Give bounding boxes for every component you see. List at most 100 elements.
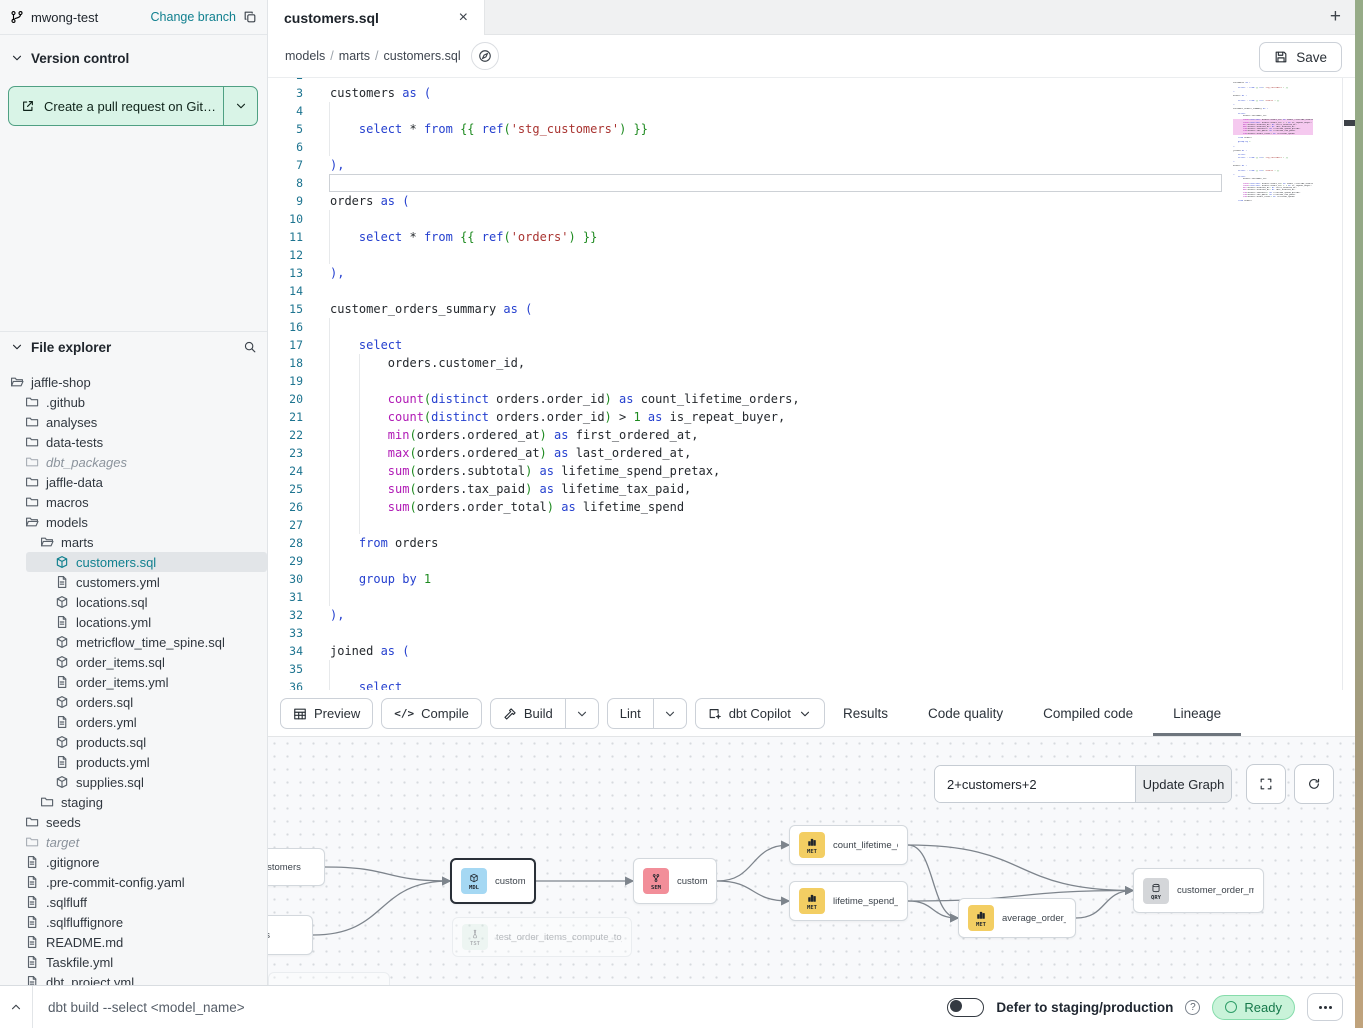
- code-line-36[interactable]: 36 select: [268, 678, 1355, 690]
- code-editor[interactable]: 23customers as (45 select * from {{ ref(…: [268, 78, 1355, 690]
- code-line-18[interactable]: 18 orders.customer_id,: [268, 354, 1355, 372]
- lineage-node-lifetime_spend_pretax[interactable]: METlifetime_spend_pretax: [789, 881, 908, 921]
- file-tree-item-jaffle-shop[interactable]: jaffle-shop: [0, 372, 267, 392]
- panel-tab-compiled-code[interactable]: Compiled code: [1023, 690, 1153, 736]
- search-icon[interactable]: [243, 340, 257, 354]
- file-tree-item-macros[interactable]: macros: [0, 492, 267, 512]
- tab-customers-sql[interactable]: customers.sql ×: [268, 0, 485, 35]
- file-tree-item-.sqlfluffignore[interactable]: .sqlfluffignore: [0, 912, 267, 932]
- code-line-17[interactable]: 17 select: [268, 336, 1355, 354]
- new-tab-button[interactable]: +: [1330, 6, 1341, 28]
- lineage-node-test_order_items[interactable]: TSTtest_order_items_compute_to_bools…: [452, 917, 632, 957]
- save-button[interactable]: Save: [1259, 42, 1342, 72]
- code-line-29[interactable]: 29: [268, 552, 1355, 570]
- file-tree-item-seeds[interactable]: seeds: [0, 812, 267, 832]
- build-dropdown[interactable]: [565, 699, 598, 728]
- lineage-node-customer_order_metrics[interactable]: QRYcustomer_order_metrics: [1133, 868, 1264, 913]
- code-line-22[interactable]: 22 min(orders.ordered_at) as first_order…: [268, 426, 1355, 444]
- file-tree-item-analyses[interactable]: analyses: [0, 412, 267, 432]
- file-tree-item-dbt_project.yml[interactable]: dbt_project.yml: [0, 972, 267, 985]
- file-tree-item-target[interactable]: target: [0, 832, 267, 852]
- collapse-panel-button[interactable]: [0, 986, 33, 1028]
- code-line-34[interactable]: 34joined as (: [268, 642, 1355, 660]
- code-line-15[interactable]: 15customer_orders_summary as (: [268, 300, 1355, 318]
- file-tree-item-customers.sql[interactable]: customers.sql: [26, 552, 267, 572]
- file-tree-item-products.sql[interactable]: products.sql: [0, 732, 267, 752]
- file-tree-item-.pre-commit-config.yaml[interactable]: .pre-commit-config.yaml: [0, 872, 267, 892]
- code-line-19[interactable]: 19: [268, 372, 1355, 390]
- editor-scrollbar[interactable]: [1342, 78, 1355, 690]
- panel-tab-code-quality[interactable]: Code quality: [908, 690, 1023, 736]
- file-tree-item-README.md[interactable]: README.md: [0, 932, 267, 952]
- file-tree-item-order_items.yml[interactable]: order_items.yml: [0, 672, 267, 692]
- build-button[interactable]: Build: [490, 698, 599, 729]
- file-tree-item-data-tests[interactable]: data-tests: [0, 432, 267, 452]
- code-line-20[interactable]: 20 count(distinct orders.order_id) as co…: [268, 390, 1355, 408]
- code-line-23[interactable]: 23 max(orders.ordered_at) as last_ordere…: [268, 444, 1355, 462]
- file-tree-item-dbt_packages[interactable]: dbt_packages: [0, 452, 267, 472]
- code-line-4[interactable]: 4: [268, 102, 1355, 120]
- code-line-12[interactable]: 12: [268, 246, 1355, 264]
- code-line-16[interactable]: 16: [268, 318, 1355, 336]
- update-graph-button[interactable]: Update Graph: [1135, 766, 1231, 802]
- file-tree-item-marts[interactable]: marts: [0, 532, 267, 552]
- compile-button[interactable]: </> Compile: [381, 698, 482, 729]
- file-tree-item-supplies.sql[interactable]: supplies.sql: [0, 772, 267, 792]
- file-tree-item-products.yml[interactable]: products.yml: [0, 752, 267, 772]
- code-line-8[interactable]: 8: [268, 174, 1355, 192]
- file-tree-item-orders.sql[interactable]: orders.sql: [0, 692, 267, 712]
- code-line-33[interactable]: 33: [268, 624, 1355, 642]
- code-line-14[interactable]: 14: [268, 282, 1355, 300]
- code-line-30[interactable]: 30 group by 1: [268, 570, 1355, 588]
- code-line-6[interactable]: 6: [268, 138, 1355, 156]
- file-tree-item-metricflow_time_spine.sql[interactable]: metricflow_time_spine.sql: [0, 632, 267, 652]
- breadcrumb-marts[interactable]: marts: [339, 49, 370, 63]
- file-tree-item-locations.yml[interactable]: locations.yml: [0, 612, 267, 632]
- lint-dropdown[interactable]: [653, 699, 686, 728]
- code-line-9[interactable]: 9orders as (: [268, 192, 1355, 210]
- file-tree-item-orders.yml[interactable]: orders.yml: [0, 712, 267, 732]
- command-input[interactable]: dbt build --select <model_name>: [48, 1000, 245, 1015]
- copy-icon[interactable]: [243, 10, 257, 24]
- code-line-10[interactable]: 10: [268, 210, 1355, 228]
- lineage-node-stg_customers[interactable]: stg_customers: [268, 848, 325, 886]
- create-pr-dropdown[interactable]: [223, 87, 257, 125]
- lineage-node-clipped_node[interactable]: [268, 972, 390, 985]
- dbt-copilot-button[interactable]: dbt Copilot: [695, 698, 825, 729]
- editor-minimap[interactable]: customers as ( select * from {{ ref('stg…: [1233, 80, 1313, 210]
- refresh-button[interactable]: [1294, 764, 1334, 804]
- code-line-32[interactable]: 32),: [268, 606, 1355, 624]
- code-line-25[interactable]: 25 sum(orders.tax_paid) as lifetime_tax_…: [268, 480, 1355, 498]
- preview-button[interactable]: Preview: [280, 698, 373, 729]
- create-pr-button[interactable]: Create a pull request on Git…: [8, 86, 258, 126]
- code-line-24[interactable]: 24 sum(orders.subtotal) as lifetime_spen…: [268, 462, 1355, 480]
- code-line-11[interactable]: 11 select * from {{ ref('orders') }}: [268, 228, 1355, 246]
- code-line-31[interactable]: 31: [268, 588, 1355, 606]
- file-tree-item-locations.sql[interactable]: locations.sql: [0, 592, 267, 612]
- file-tree-item-customers.yml[interactable]: customers.yml: [0, 572, 267, 592]
- close-tab-icon[interactable]: ×: [459, 9, 468, 27]
- code-line-5[interactable]: 5 select * from {{ ref('stg_customers') …: [268, 120, 1355, 138]
- file-tree-item-.github[interactable]: .github: [0, 392, 267, 412]
- defer-toggle[interactable]: [947, 998, 984, 1017]
- change-branch-link[interactable]: Change branch: [151, 10, 236, 24]
- version-control-header[interactable]: Version control: [0, 46, 267, 70]
- lint-button[interactable]: Lint: [607, 698, 687, 729]
- code-line-26[interactable]: 26 sum(orders.order_total) as lifetime_s…: [268, 498, 1355, 516]
- code-line-28[interactable]: 28 from orders: [268, 534, 1355, 552]
- explore-compass-button[interactable]: [471, 42, 499, 70]
- editor-scrollbar-thumb[interactable]: [1344, 120, 1355, 126]
- file-tree-item-.gitignore[interactable]: .gitignore: [0, 852, 267, 872]
- code-line-35[interactable]: 35: [268, 660, 1355, 678]
- more-options-button[interactable]: [1307, 993, 1343, 1021]
- panel-tab-results[interactable]: Results: [823, 690, 908, 736]
- breadcrumb-file[interactable]: customers.sql: [384, 49, 461, 63]
- file-tree-item-staging[interactable]: staging: [0, 792, 267, 812]
- breadcrumb-models[interactable]: models: [285, 49, 325, 63]
- file-tree-item-order_items.sql[interactable]: order_items.sql: [0, 652, 267, 672]
- file-explorer-header[interactable]: File explorer: [0, 335, 267, 359]
- file-tree-item-models[interactable]: models: [0, 512, 267, 532]
- fullscreen-button[interactable]: [1246, 764, 1286, 804]
- code-line-13[interactable]: 13),: [268, 264, 1355, 282]
- panel-tab-lineage[interactable]: Lineage: [1153, 690, 1241, 736]
